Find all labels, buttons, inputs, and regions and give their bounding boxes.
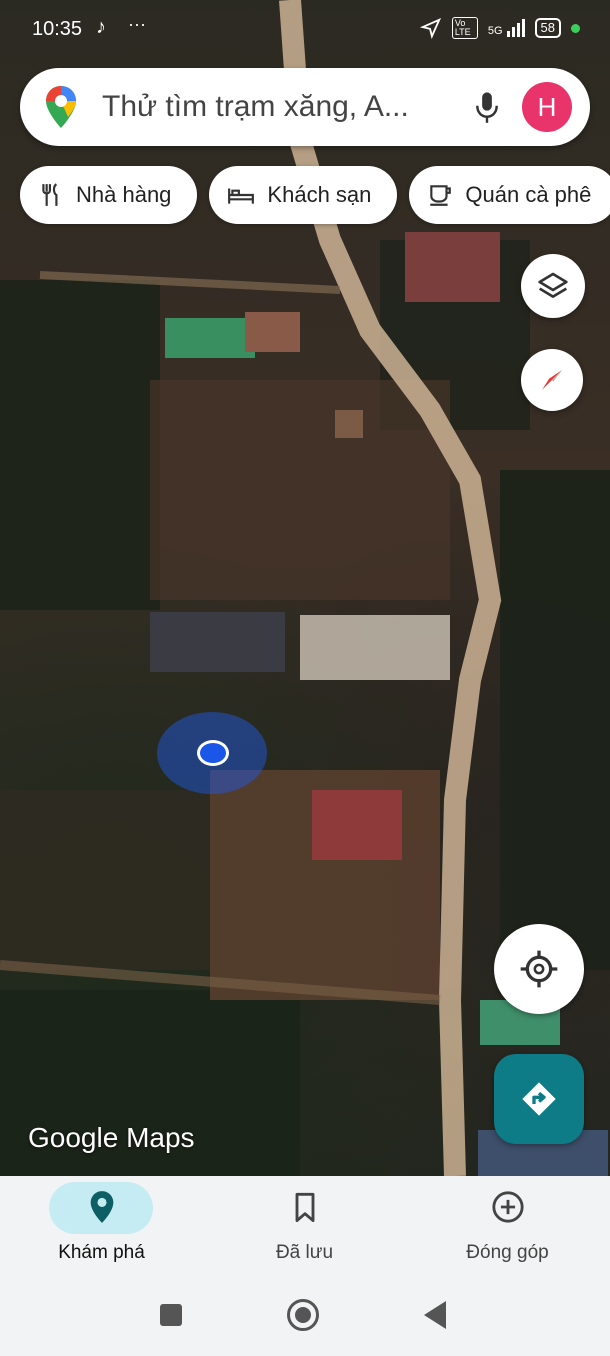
bookmark-icon [295, 1192, 315, 1222]
location-pin-icon [90, 1191, 114, 1223]
system-navigation-bar [0, 1290, 610, 1340]
crosshair-icon [520, 950, 558, 988]
fork-knife-icon [42, 183, 58, 206]
navigation-arrow-icon [419, 17, 441, 39]
chip-label: Quán cà phê [465, 182, 592, 207]
layers-button[interactable] [521, 254, 585, 318]
search-bar[interactable]: Thử tìm trạm xăng, A... H [20, 68, 590, 146]
google-maps-logo: Google Maps [28, 1122, 195, 1153]
more-notifications-icon: ··· [128, 14, 146, 34]
tab-label: Đóng góp [466, 1242, 549, 1263]
compass-icon [542, 370, 562, 390]
microphone-icon[interactable] [472, 90, 502, 124]
chip-coffee[interactable]: Quán cà phê [409, 166, 610, 224]
volte-icon: Vo LTE [451, 17, 478, 39]
chip-hotels[interactable]: Khách sạn [209, 166, 398, 224]
back-button[interactable] [424, 1301, 446, 1329]
tab-label: Khám phá [58, 1242, 145, 1263]
chip-restaurants[interactable]: Nhà hàng [20, 166, 198, 224]
status-bar: 10:35 ♪ ··· Vo LTE 5G 58 [0, 0, 610, 60]
recent-apps-button[interactable] [160, 1304, 182, 1326]
signal-icon: 5G [488, 19, 525, 37]
tab-label: Đã lưu [275, 1242, 334, 1263]
search-input[interactable]: Thử tìm trạm xăng, A... [102, 90, 438, 124]
directions-button[interactable] [494, 1054, 584, 1144]
privacy-indicator-dot [571, 23, 580, 33]
battery-level: 58 [534, 18, 561, 38]
account-avatar[interactable]: H [522, 82, 572, 132]
coffee-icon [430, 185, 452, 206]
google-maps-pin-icon [46, 86, 76, 128]
chip-label: Nhà hàng [76, 182, 172, 207]
directions-icon [522, 1082, 556, 1116]
home-button[interactable] [287, 1299, 319, 1331]
my-location-button[interactable] [494, 924, 584, 1014]
my-location-marker [157, 712, 267, 794]
clock: 10:35 [32, 18, 83, 40]
network-type: 5G [487, 25, 503, 37]
add-circle-icon [492, 1191, 524, 1223]
chip-label: Khách sạn [267, 182, 372, 207]
tiktok-icon: ♪ [96, 16, 106, 38]
compass-button[interactable] [521, 349, 583, 411]
layers-icon [538, 272, 568, 298]
bed-icon [228, 188, 255, 204]
category-chips: Nhà hàng Khách sạn Quán cà phê [20, 166, 610, 224]
